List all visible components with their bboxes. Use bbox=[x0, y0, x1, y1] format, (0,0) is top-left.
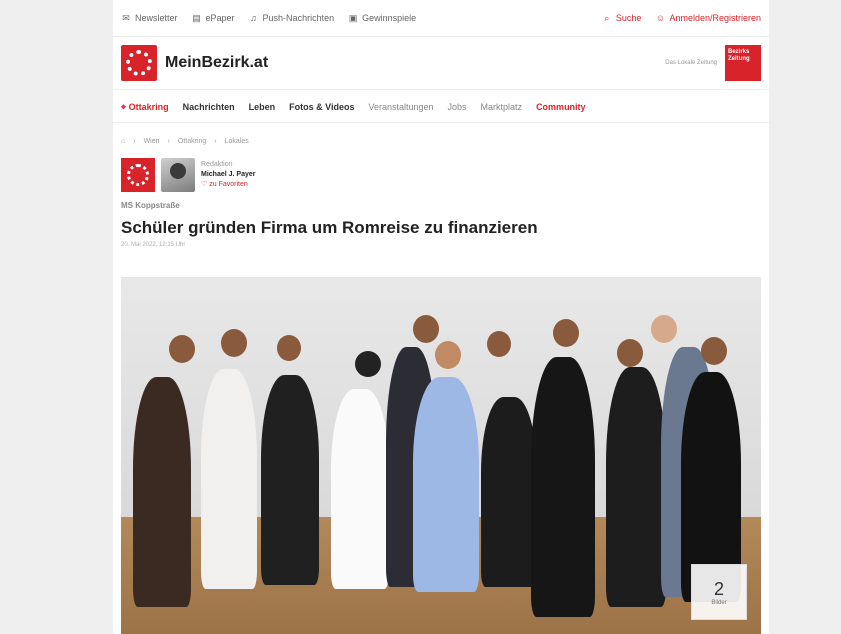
photo-head bbox=[413, 315, 439, 343]
photo-head bbox=[487, 331, 511, 357]
epaper-link[interactable]: ▤ ePaper bbox=[192, 13, 235, 23]
epaper-label: ePaper bbox=[205, 13, 235, 23]
photo-head bbox=[651, 315, 677, 343]
newsletter-link[interactable]: ✉ Newsletter bbox=[121, 13, 178, 23]
photo-head bbox=[701, 337, 727, 365]
photo-head bbox=[435, 341, 461, 369]
newspaper-icon: ▤ bbox=[192, 13, 201, 23]
bezirkszeitung-badge[interactable]: Bezirks Zeitung bbox=[725, 45, 761, 81]
games-link[interactable]: ▣ Gewinnspiele bbox=[348, 13, 416, 23]
utility-bar: ✉ Newsletter ▤ ePaper ♫ Push-Nachrichten… bbox=[113, 0, 769, 37]
photo-person bbox=[331, 389, 389, 589]
gallery-count: 2 bbox=[713, 578, 724, 599]
nav-jobs[interactable]: Jobs bbox=[448, 102, 467, 112]
photo-head bbox=[355, 351, 381, 377]
article-date: 20. Mai 2022, 12:15 Uhr bbox=[121, 242, 186, 248]
push-link[interactable]: ♫ Push-Nachrichten bbox=[249, 13, 335, 23]
search-icon: ⌕ bbox=[604, 13, 610, 23]
user-icon: ☺ bbox=[655, 13, 666, 23]
photo-person bbox=[606, 367, 666, 607]
newsletter-label: Newsletter bbox=[135, 13, 178, 23]
breadcrumb-separator: › bbox=[214, 137, 217, 145]
logo-ring-icon bbox=[127, 164, 149, 186]
brand-link[interactable]: MeinBezirk.at bbox=[121, 45, 268, 81]
nav-leben[interactable]: Leben bbox=[249, 102, 276, 112]
photo-head bbox=[617, 339, 643, 367]
pin-icon: ⌖ bbox=[121, 101, 129, 112]
nav-fotos-videos[interactable]: Fotos & Videos bbox=[289, 102, 354, 112]
logo-ring-icon bbox=[126, 50, 152, 76]
breadcrumb-separator: › bbox=[167, 137, 170, 145]
header-right: Das Lokale Zeitung Bezirks Zeitung bbox=[665, 45, 761, 81]
nav-community[interactable]: Community bbox=[536, 102, 586, 112]
mail-icon: ✉ bbox=[122, 13, 130, 23]
bell-icon: ♫ bbox=[250, 13, 257, 23]
gallery-counter[interactable]: 2 Bilder bbox=[691, 564, 747, 620]
avatar[interactable] bbox=[161, 158, 195, 192]
page: ✉ Newsletter ▤ ePaper ♫ Push-Nachrichten… bbox=[113, 0, 769, 634]
push-label: Push-Nachrichten bbox=[262, 13, 335, 23]
breadcrumb-lokales[interactable]: Lokales bbox=[225, 138, 249, 145]
photo-person bbox=[413, 377, 479, 592]
photo-head bbox=[221, 329, 247, 357]
photo-head bbox=[169, 335, 195, 363]
login-link[interactable]: ☺ Anmelden/Registrieren bbox=[655, 13, 761, 23]
article-photo[interactable]: 2 Bilder bbox=[121, 277, 761, 634]
nav-nachrichten[interactable]: Nachrichten bbox=[183, 102, 235, 112]
heart-icon: ♡ bbox=[201, 181, 210, 188]
nav-veranstaltungen[interactable]: Veranstaltungen bbox=[368, 102, 433, 112]
games-label: Gewinnspiele bbox=[362, 13, 417, 23]
follow-button[interactable]: ♡ zu Favoriten bbox=[201, 180, 255, 190]
breadcrumb: ⌂ › Wien › Ottakring › Lokales bbox=[113, 127, 769, 155]
photo-person bbox=[133, 377, 191, 607]
game-icon: ▣ bbox=[348, 13, 358, 23]
follow-label: zu Favoriten bbox=[209, 181, 248, 188]
utility-right: ⌕ Suche ☺ Anmelden/Registrieren bbox=[602, 13, 761, 23]
photo-person bbox=[201, 369, 257, 589]
gallery-label: Bilder bbox=[711, 599, 727, 606]
photo-person bbox=[531, 357, 595, 617]
author-meta: Redaktion Michael J. Payer ♡ zu Favorite… bbox=[201, 160, 255, 190]
article-kicker: MS Koppstraße bbox=[121, 201, 180, 210]
photo-head bbox=[277, 335, 301, 361]
brand-name: MeinBezirk.at bbox=[165, 54, 269, 71]
breadcrumb-separator: › bbox=[133, 137, 136, 145]
login-label: Anmelden/Registrieren bbox=[669, 13, 761, 23]
header-tagline: Das Lokale Zeitung bbox=[665, 60, 717, 66]
photo-person bbox=[481, 397, 537, 587]
photo-person bbox=[261, 375, 319, 585]
breadcrumb-ottakring[interactable]: Ottakring bbox=[178, 138, 206, 145]
nav-ottakring[interactable]: ⌖ Ottakring bbox=[121, 102, 169, 113]
nav-ottakring-label: Ottakring bbox=[128, 101, 169, 112]
nav-marktplatz[interactable]: Marktplatz bbox=[481, 102, 523, 112]
search-link[interactable]: ⌕ Suche bbox=[602, 13, 642, 23]
main-nav: ⌖ Ottakring Nachrichten Leben Fotos & Vi… bbox=[113, 92, 769, 123]
search-label: Suche bbox=[615, 13, 642, 23]
home-icon[interactable]: ⌂ bbox=[121, 138, 125, 145]
utility-left: ✉ Newsletter ▤ ePaper ♫ Push-Nachrichten… bbox=[121, 13, 416, 23]
site-header: MeinBezirk.at Das Lokale Zeitung Bezirks… bbox=[113, 37, 769, 90]
article-headline: Schüler gründen Firma um Romreise zu fin… bbox=[121, 218, 538, 237]
breadcrumb-wien[interactable]: Wien bbox=[144, 138, 160, 145]
photo-head bbox=[553, 319, 579, 347]
author-name[interactable]: Michael J. Payer bbox=[201, 170, 255, 180]
logo bbox=[121, 45, 157, 81]
author-role: Redaktion bbox=[201, 161, 233, 168]
publisher-logo[interactable] bbox=[121, 158, 155, 192]
author-row: Redaktion Michael J. Payer ♡ zu Favorite… bbox=[113, 155, 769, 195]
